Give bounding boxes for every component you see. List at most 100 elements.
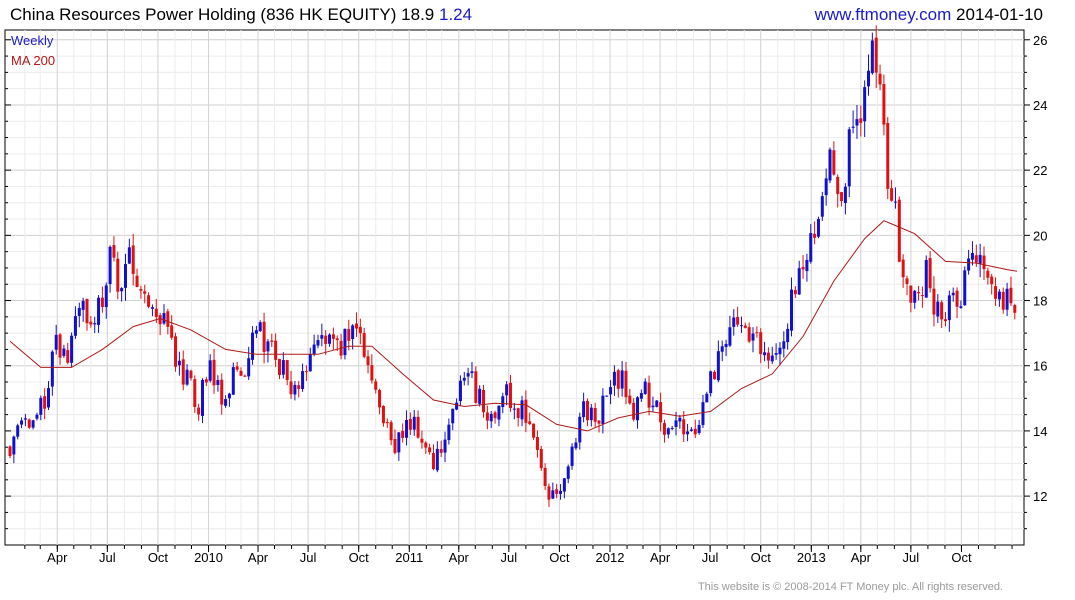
- candle-body: [289, 381, 293, 395]
- candle-body: [539, 449, 543, 469]
- candle-body: [647, 382, 651, 408]
- candle-body: [235, 366, 239, 370]
- candle-body: [470, 371, 474, 374]
- candle-body: [955, 290, 959, 307]
- candle-body: [274, 340, 278, 360]
- candle-body: [893, 201, 897, 203]
- candle-body: [882, 84, 886, 125]
- stock-chart: 12 14 16 18 20 22 24 26 Apr Jul Oct 2010 Apr Jul Oct 20…: [4, 25, 1047, 565]
- x-tick-label: 2010: [194, 550, 223, 565]
- candle-body: [805, 259, 809, 272]
- candle-body: [331, 334, 335, 339]
- x-tick-label: Oct: [751, 550, 772, 565]
- candle-body: [759, 332, 763, 355]
- candle-body: [697, 424, 701, 434]
- candle-body: [886, 122, 890, 189]
- candle-body: [790, 289, 794, 331]
- candle-body: [489, 413, 493, 422]
- candle-body: [70, 335, 74, 363]
- candle-body: [686, 431, 690, 435]
- candle-body: [632, 402, 636, 420]
- candle-body: [778, 347, 782, 355]
- candle-body: [77, 307, 81, 316]
- candle-body: [66, 350, 70, 363]
- x-tick-label: Oct: [549, 550, 570, 565]
- candle-body: [643, 381, 647, 394]
- candle-body: [709, 371, 713, 394]
- candle-body: [678, 417, 682, 422]
- candle-body: [46, 388, 50, 408]
- candle-body: [12, 436, 16, 455]
- candle-body: [497, 405, 501, 420]
- candle-body: [397, 432, 401, 453]
- candle-body: [832, 150, 836, 175]
- candle-body: [867, 70, 871, 87]
- candle-body: [358, 326, 362, 334]
- candle-body: [1001, 291, 1005, 310]
- candle-body: [747, 327, 751, 342]
- candle-body: [27, 419, 31, 428]
- candle-body: [978, 254, 982, 264]
- candle-body: [959, 306, 963, 308]
- candle-body: [285, 360, 289, 381]
- candle-body: [405, 419, 409, 438]
- candle-body: [177, 360, 181, 366]
- candle-body: [204, 379, 208, 383]
- x-tick-label: Apr: [851, 550, 872, 565]
- candle-body: [720, 346, 724, 352]
- candle-body: [455, 402, 459, 410]
- candle-body: [328, 334, 332, 344]
- candle-body: [23, 418, 27, 420]
- x-tick-label: Jul: [903, 550, 920, 565]
- candle-body: [251, 332, 255, 360]
- candle-body: [216, 380, 220, 385]
- candle-body: [716, 351, 720, 381]
- candle-body: [120, 288, 124, 292]
- candle-body: [793, 290, 797, 295]
- legend-weekly: Weekly: [11, 33, 54, 48]
- candle-body: [62, 348, 66, 356]
- candle-body: [828, 149, 832, 181]
- candle-body: [247, 358, 251, 377]
- candle-body: [343, 328, 347, 356]
- x-tick-label: Apr: [650, 550, 671, 565]
- candle-body: [516, 408, 520, 419]
- candle-body: [335, 338, 339, 341]
- candle-body: [408, 419, 412, 430]
- candle-body: [185, 369, 189, 385]
- candle-body: [93, 323, 97, 325]
- candle-body: [135, 275, 139, 288]
- candle-body: [170, 325, 174, 338]
- candle-body: [674, 420, 678, 427]
- candle-body: [381, 406, 385, 424]
- candle-body: [108, 246, 112, 285]
- candle-body: [609, 387, 613, 395]
- candle-body: [559, 490, 563, 494]
- candle-body: [85, 298, 89, 324]
- candle-body: [293, 384, 297, 395]
- candle-body: [181, 359, 185, 385]
- y-tick-label: 22: [1033, 163, 1047, 178]
- candle-body: [770, 355, 774, 362]
- candle-body: [416, 416, 420, 438]
- candle-body: [940, 302, 944, 320]
- candle-body: [351, 325, 355, 340]
- candle-body: [73, 316, 77, 336]
- candle-body: [751, 333, 755, 341]
- candle-body: [820, 196, 824, 217]
- candle-body: [31, 420, 35, 428]
- candle-body: [944, 319, 948, 322]
- candle-body: [435, 448, 439, 471]
- candle-body: [212, 359, 216, 386]
- candle-body: [112, 245, 116, 258]
- x-tick-label: Jul: [702, 550, 719, 565]
- footer-copyright: This website is © 2008-2014 FT Money plc…: [697, 581, 1003, 593]
- candle-body: [878, 73, 882, 85]
- candle-body: [920, 295, 924, 297]
- candle-body: [847, 129, 851, 187]
- y-tick-label: 12: [1033, 489, 1047, 504]
- candle-body: [50, 351, 54, 387]
- legend-ma: MA 200: [11, 53, 55, 68]
- candle-body: [512, 408, 516, 410]
- candle-body: [16, 425, 20, 437]
